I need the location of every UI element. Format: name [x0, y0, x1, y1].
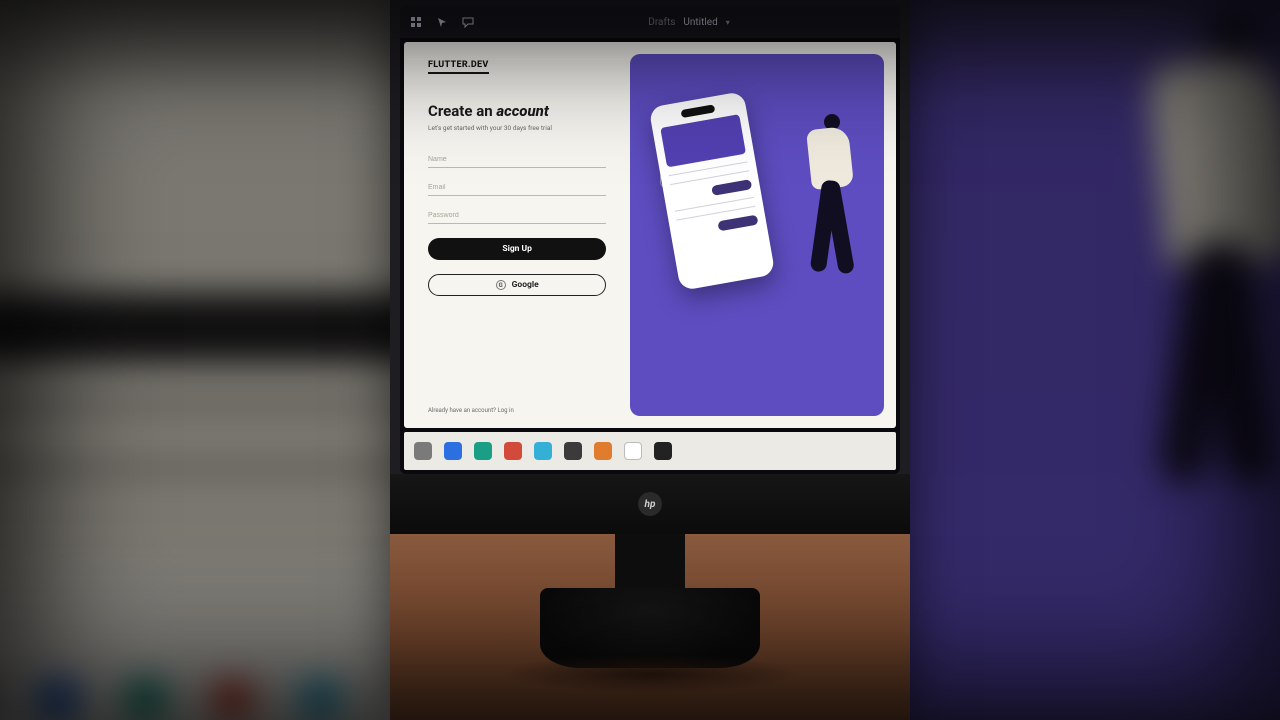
menu-icon[interactable] — [410, 16, 422, 28]
taskbar-app-icon[interactable] — [444, 442, 462, 460]
signup-form-pane: FLUTTER.DEV Create an account Let's get … — [404, 42, 630, 428]
taskbar-app-icon[interactable] — [414, 442, 432, 460]
phone-button-shape — [718, 215, 759, 232]
password-field[interactable] — [428, 206, 606, 224]
comment-icon[interactable] — [462, 16, 474, 28]
phone-hero-block — [661, 114, 747, 167]
taskbar-app-icon[interactable] — [474, 442, 492, 460]
monitor: Drafts Untitled ▾ FLUTTER.DEV Create an … — [390, 0, 910, 534]
move-tool-icon[interactable] — [436, 16, 448, 28]
file-name: Untitled — [683, 17, 717, 28]
signup-button-label: Sign Up — [502, 244, 532, 254]
desk-and-stand — [390, 534, 910, 720]
walking-person-illustration — [796, 114, 866, 284]
foreground-photo: Drafts Untitled ▾ FLUTTER.DEV Create an … — [390, 0, 910, 720]
taskbar-app-icon[interactable] — [504, 442, 522, 460]
design-canvas: FLUTTER.DEV Create an account Let's get … — [404, 42, 896, 428]
phone-notch — [681, 104, 716, 118]
design-app-toolbar: Drafts Untitled ▾ — [400, 6, 900, 38]
brand-wordmark: FLUTTER.DEV — [428, 60, 489, 74]
monitor-stand-neck — [615, 534, 685, 594]
taskbar-app-icon[interactable] — [564, 442, 582, 460]
hp-logo-icon: hp — [638, 492, 662, 516]
login-footnote[interactable]: Already have an account? Log in — [428, 389, 606, 414]
draft-label: Drafts — [648, 17, 675, 28]
google-signin-button[interactable]: G Google — [428, 274, 606, 296]
signup-form: Sign Up G Google — [428, 150, 606, 296]
google-button-label: Google — [512, 280, 539, 290]
illustration-panel — [630, 54, 884, 416]
screen: Drafts Untitled ▾ FLUTTER.DEV Create an … — [400, 6, 900, 474]
monitor-bezel: hp — [390, 474, 910, 534]
os-taskbar — [404, 432, 896, 470]
taskbar-app-icon[interactable] — [624, 442, 642, 460]
signup-button[interactable]: Sign Up — [428, 238, 606, 260]
taskbar-app-icon[interactable] — [534, 442, 552, 460]
google-icon: G — [496, 280, 506, 290]
page-heading: Create an account — [428, 102, 606, 120]
stand-shadow — [500, 654, 800, 694]
heading-emphasis: account — [496, 102, 548, 120]
chevron-down-icon: ▾ — [726, 18, 730, 27]
page-subheading: Let's get started with your 30 days free… — [428, 124, 606, 132]
phone-mockup — [649, 91, 776, 291]
taskbar-app-icon[interactable] — [594, 442, 612, 460]
taskbar-app-icon[interactable] — [654, 442, 672, 460]
bg-walking-figure-blur — [1095, 12, 1280, 495]
phone-button-shape — [711, 179, 752, 196]
file-title[interactable]: Drafts Untitled ▾ — [648, 17, 729, 28]
name-field[interactable] — [428, 150, 606, 168]
heading-plain: Create an — [428, 102, 496, 120]
email-field[interactable] — [428, 178, 606, 196]
